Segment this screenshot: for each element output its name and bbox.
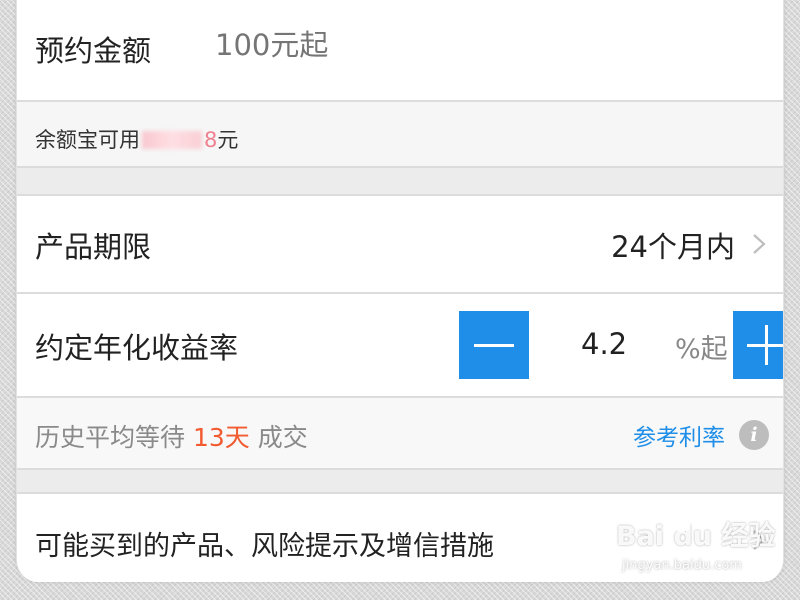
period-value: 24个月内 [611, 230, 735, 264]
increase-rate-button[interactable] [733, 311, 783, 379]
history-text: 历史平均等待 13天 成交 [35, 418, 308, 454]
redacted-amount [142, 131, 202, 149]
history-row: 历史平均等待 13天 成交 参考利率 i [17, 398, 783, 468]
decrease-rate-button[interactable] [459, 311, 529, 379]
amount-input[interactable] [215, 28, 515, 62]
minus-icon [474, 343, 514, 347]
info-icon[interactable]: i [739, 420, 769, 450]
reference-rate-link[interactable]: 参考利率 [633, 418, 725, 452]
rate-row: 约定年化收益率 4.2 %起 [17, 294, 783, 396]
rate-unit: %起 [675, 334, 728, 365]
period-row[interactable]: 产品期限 24个月内 [17, 196, 783, 292]
history-prefix: 历史平均等待 [35, 423, 193, 452]
balance-digit: 8 [204, 128, 218, 152]
plus-icon-vertical [765, 325, 768, 365]
history-days: 13天 [192, 423, 250, 452]
amount-label: 预约金额 [35, 34, 152, 68]
section-gap [17, 168, 783, 194]
rate-value[interactable]: 4.2 [581, 327, 627, 361]
balance-prefix: 余额宝可用 [35, 128, 140, 152]
balance-suffix: 元 [217, 128, 239, 152]
products-row[interactable]: 可能买到的产品、风险提示及增信措施 [17, 494, 783, 582]
balance-row: 余额宝可用 8元 [17, 102, 783, 166]
amount-row[interactable]: 预约金额 [17, 0, 783, 100]
section-gap [17, 470, 783, 492]
chevron-right-icon [753, 234, 766, 254]
rate-label: 约定年化收益率 [35, 331, 239, 365]
history-suffix: 成交 [249, 423, 308, 452]
chevron-right-icon [753, 530, 766, 550]
products-label: 可能买到的产品、风险提示及增信措施 [35, 531, 494, 562]
app-frame: 预约金额 余额宝可用 8元 产品期限 24个月内 约定年化收益率 4.2 %起 [16, 0, 784, 582]
balance-text: 余额宝可用 8元 [35, 124, 238, 154]
period-label: 产品期限 [35, 230, 152, 264]
